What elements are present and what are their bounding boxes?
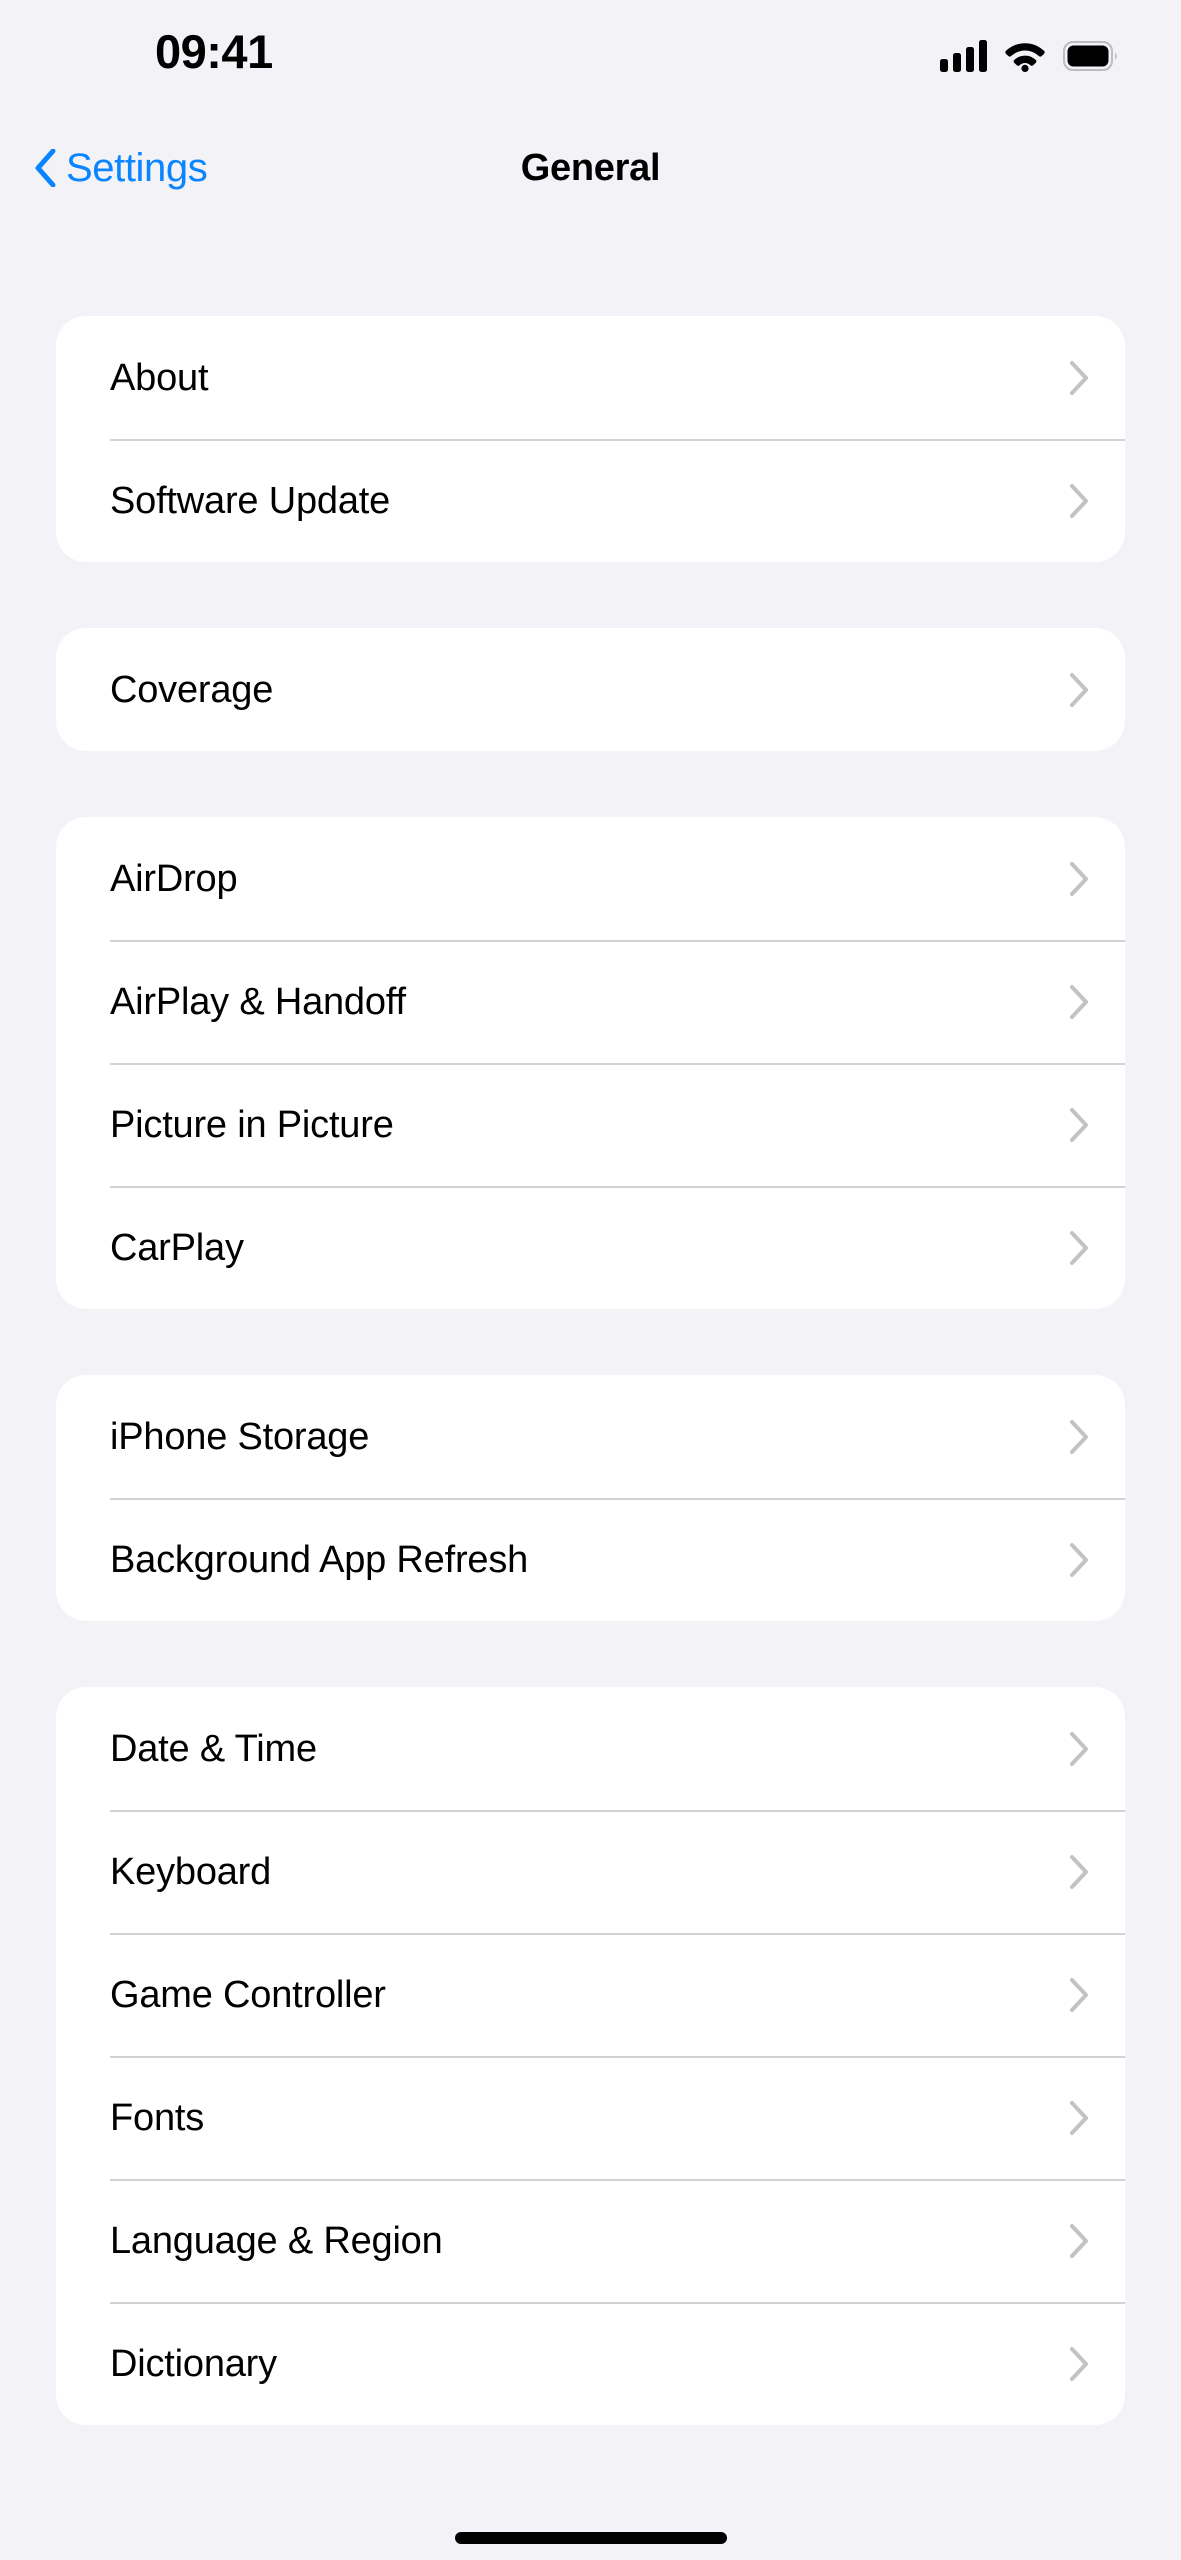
- home-indicator[interactable]: [454, 2531, 727, 2544]
- chevron-right-icon: [1069, 2346, 1089, 2381]
- settings-row-keyboard[interactable]: Keyboard: [56, 1810, 1125, 1933]
- row-label: About: [110, 356, 209, 399]
- chevron-right-icon: [1069, 1230, 1089, 1265]
- row-label: Language & Region: [110, 2219, 443, 2262]
- settings-group-localization: Date & Time Keyboard Game Controller Fon…: [56, 1687, 1125, 2425]
- row-label: Fonts: [110, 2096, 205, 2139]
- chevron-right-icon: [1069, 1731, 1089, 1766]
- row-label: Keyboard: [110, 1850, 272, 1893]
- chevron-right-icon: [1069, 483, 1089, 518]
- status-bar-time: 09:41: [155, 25, 273, 78]
- settings-group-coverage: Coverage: [56, 628, 1125, 751]
- settings-row-airplay-handoff[interactable]: AirPlay & Handoff: [56, 940, 1125, 1063]
- wifi-icon: [1004, 40, 1046, 72]
- chevron-right-icon: [1069, 1854, 1089, 1889]
- row-label: Coverage: [110, 668, 274, 711]
- settings-general-screen: 09:41 Settings General About Software Up…: [0, 0, 1181, 2560]
- chevron-right-icon: [1069, 1977, 1089, 2012]
- status-bar-indicators: [940, 36, 1119, 76]
- settings-row-iphone-storage[interactable]: iPhone Storage: [56, 1375, 1125, 1498]
- battery-icon: [1063, 41, 1119, 71]
- row-label: Picture in Picture: [110, 1103, 394, 1146]
- row-label: AirDrop: [110, 857, 238, 900]
- settings-row-coverage[interactable]: Coverage: [56, 628, 1125, 751]
- settings-group-storage: iPhone Storage Background App Refresh: [56, 1375, 1125, 1621]
- settings-group-system: About Software Update: [56, 316, 1125, 562]
- settings-row-dictionary[interactable]: Dictionary: [56, 2302, 1125, 2425]
- chevron-right-icon: [1069, 861, 1089, 896]
- row-label: Date & Time: [110, 1727, 317, 1770]
- settings-row-game-controller[interactable]: Game Controller: [56, 1933, 1125, 2056]
- settings-row-picture-in-picture[interactable]: Picture in Picture: [56, 1063, 1125, 1186]
- navigation-bar: Settings General: [0, 118, 1181, 218]
- row-label: Software Update: [110, 479, 391, 522]
- chevron-right-icon: [1069, 672, 1089, 707]
- chevron-right-icon: [1069, 1107, 1089, 1142]
- chevron-right-icon: [1069, 360, 1089, 395]
- settings-row-date-time[interactable]: Date & Time: [56, 1687, 1125, 1810]
- status-bar: 09:41: [0, 0, 1181, 118]
- chevron-right-icon: [1069, 1419, 1089, 1454]
- row-label: Game Controller: [110, 1973, 386, 2016]
- row-label: Dictionary: [110, 2342, 277, 2385]
- home-indicator-area: [0, 2515, 1181, 2560]
- cellular-signal-icon: [940, 40, 987, 72]
- row-label: iPhone Storage: [110, 1415, 370, 1458]
- page-title: General: [520, 146, 661, 189]
- settings-row-airdrop[interactable]: AirDrop: [56, 817, 1125, 940]
- chevron-right-icon: [1069, 2100, 1089, 2135]
- settings-row-background-app-refresh[interactable]: Background App Refresh: [56, 1498, 1125, 1621]
- settings-row-language-region[interactable]: Language & Region: [56, 2179, 1125, 2302]
- settings-row-about[interactable]: About: [56, 316, 1125, 439]
- settings-group-connectivity: AirDrop AirPlay & Handoff Picture in Pic…: [56, 817, 1125, 1309]
- settings-row-carplay[interactable]: CarPlay: [56, 1186, 1125, 1309]
- chevron-right-icon: [1069, 2223, 1089, 2258]
- row-label: CarPlay: [110, 1226, 244, 1269]
- chevron-right-icon: [1069, 1542, 1089, 1577]
- chevron-right-icon: [1069, 984, 1089, 1019]
- row-label: AirPlay & Handoff: [110, 980, 406, 1023]
- settings-list[interactable]: About Software Update Coverage AirDrop A…: [0, 218, 1181, 2515]
- settings-row-fonts[interactable]: Fonts: [56, 2056, 1125, 2179]
- settings-row-software-update[interactable]: Software Update: [56, 439, 1125, 562]
- row-label: Background App Refresh: [110, 1538, 529, 1581]
